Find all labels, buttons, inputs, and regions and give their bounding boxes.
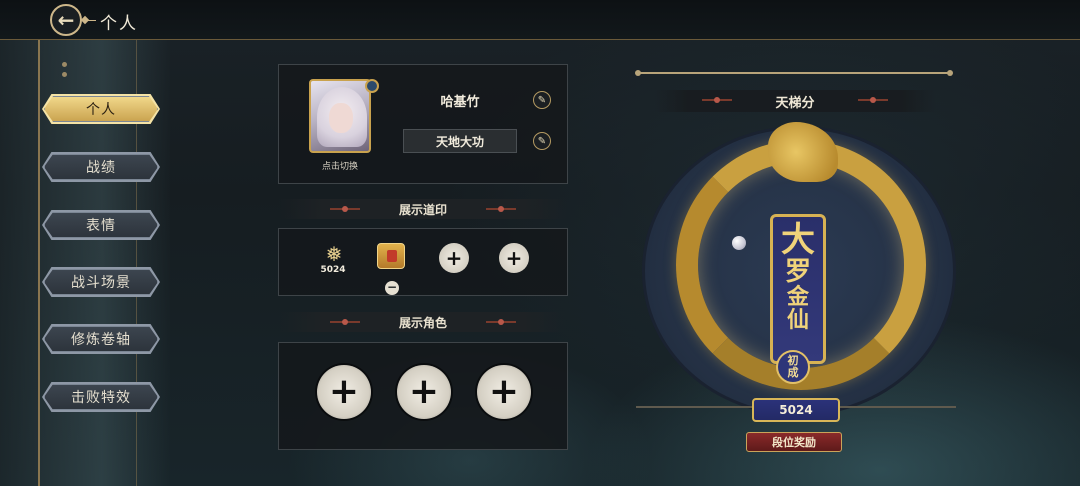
header-ornament-icon [486, 206, 516, 212]
pencil-icon: ✎ [537, 135, 547, 147]
rank-char: 仙 [786, 307, 809, 334]
plus-icon: + [328, 371, 360, 412]
sub-rank-badge: 初 成 [776, 350, 810, 384]
sidebar-item-battle-scene[interactable]: 战斗场景 [44, 269, 158, 295]
ornament-line [84, 20, 96, 21]
plus-icon: + [505, 246, 523, 270]
seals-section-header: 展示道印 [278, 199, 568, 219]
pearl-icon [732, 236, 746, 250]
plus-icon: + [445, 246, 463, 270]
roles-section-header: 展示角色 [278, 312, 568, 332]
rank-section-title: 天梯分 [775, 95, 815, 111]
edit-title-button[interactable]: ✎ [533, 132, 551, 150]
add-role-button[interactable]: + [317, 365, 371, 419]
avatar[interactable] [309, 79, 371, 153]
sidebar-item-record[interactable]: 战绩 [44, 154, 158, 180]
rank-section-header: 天梯分 [654, 90, 936, 112]
remove-seal-button[interactable]: − [385, 281, 399, 295]
sidebar-item-personal[interactable]: 个人 [44, 96, 158, 122]
sidebar-item-scroll[interactable]: 修炼卷轴 [44, 326, 158, 352]
page-title: 个人 [100, 14, 138, 34]
rail-dot [62, 62, 67, 67]
header-ornament-icon [858, 97, 888, 103]
header-ornament-icon [486, 319, 516, 325]
sidebar-item-defeat-effect[interactable]: 击败特效 [44, 384, 158, 410]
rank-scroll: 大 罗 金 仙 [770, 214, 826, 364]
rail-dot [62, 72, 67, 77]
rank-reward-button[interactable]: 段位奖励 [746, 432, 842, 452]
ladder-score: 5024 [752, 398, 840, 422]
seals-panel: ❅ 5024 − + + [278, 228, 568, 296]
book-seal-icon[interactable] [377, 243, 405, 269]
sidebar-rail [38, 40, 40, 486]
add-role-button[interactable]: + [397, 365, 451, 419]
rank-divider [635, 70, 953, 76]
seal-score: 5024 [320, 265, 346, 275]
dragon-seal-icon[interactable]: ❅ [319, 241, 349, 267]
seals-section-title: 展示道印 [398, 202, 447, 217]
avatar-switch-label[interactable]: 点击切换 [305, 159, 375, 172]
avatar-ornament-icon [365, 79, 379, 93]
add-role-button[interactable]: + [477, 365, 531, 419]
roles-section-title: 展示角色 [398, 315, 447, 330]
header-ornament-icon [330, 206, 360, 212]
profile-panel: 点击切换 哈基竹 ✎ 天地大功 ✎ [278, 64, 568, 184]
plus-icon: + [408, 371, 440, 412]
player-title: 天地大功 [403, 129, 517, 153]
rank-char: 罗 [784, 256, 811, 287]
rank-char: 金 [786, 283, 809, 310]
sidebar-item-emote[interactable]: 表情 [44, 212, 158, 238]
edit-name-button[interactable]: ✎ [533, 91, 551, 109]
add-seal-button[interactable]: + [499, 243, 529, 273]
header-ornament-icon [330, 319, 360, 325]
back-arrow-icon: ← [57, 8, 75, 32]
player-name: 哈基竹 [440, 94, 480, 110]
pencil-icon: ✎ [537, 94, 547, 106]
rank-char: 大 [781, 220, 815, 260]
add-seal-button[interactable]: + [439, 243, 469, 273]
plus-icon: + [488, 371, 520, 412]
sub-rank-char: 成 [787, 366, 799, 379]
avatar-face [329, 103, 353, 133]
roles-panel: + + + [278, 342, 568, 450]
back-button[interactable]: ← [50, 4, 82, 36]
top-bar: ← 个人 [0, 0, 1080, 40]
header-ornament-icon [702, 97, 732, 103]
